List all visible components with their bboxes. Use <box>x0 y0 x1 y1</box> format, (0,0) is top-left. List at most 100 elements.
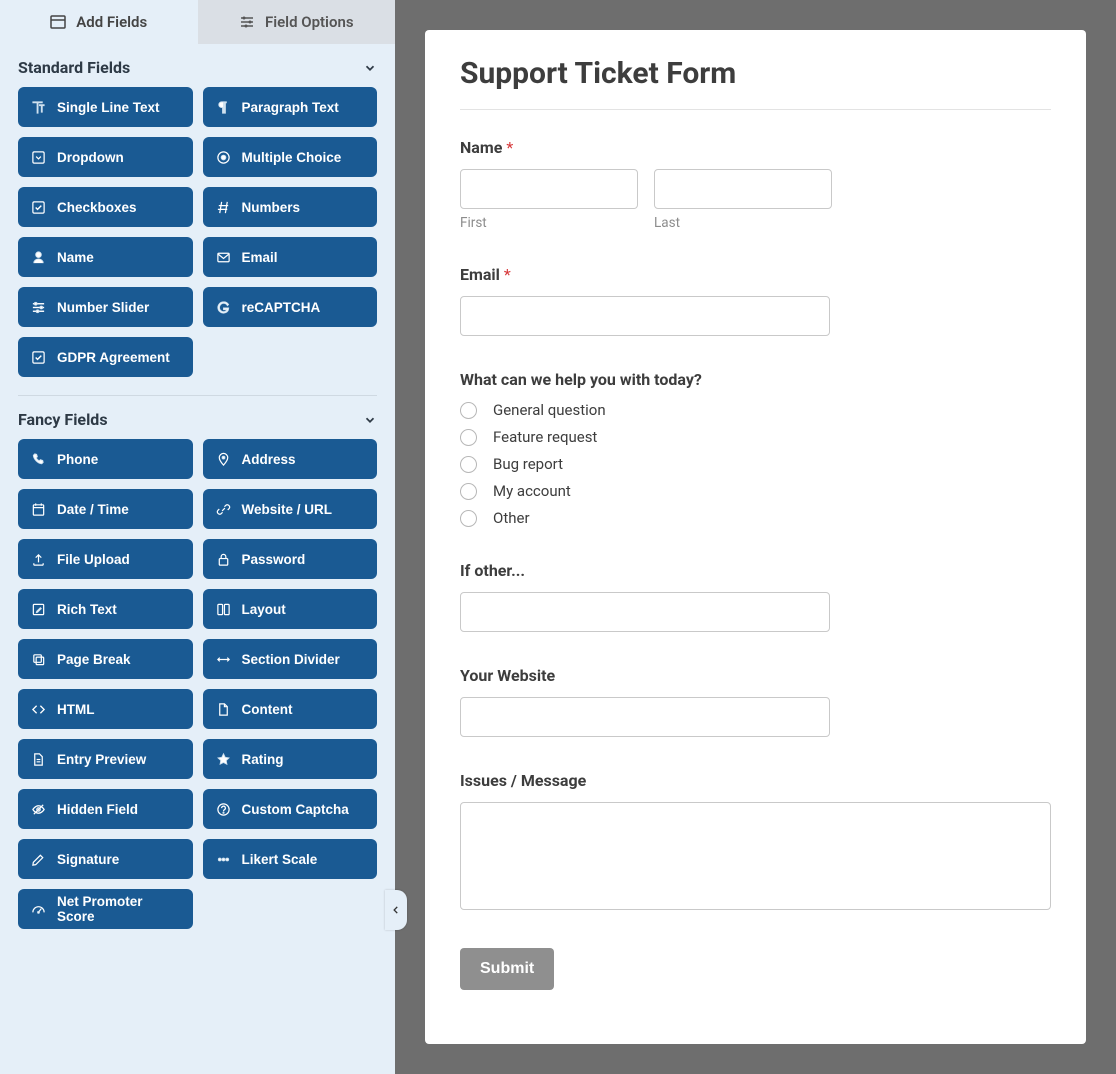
other-input[interactable] <box>460 592 830 632</box>
radio-label: Feature request <box>493 428 597 446</box>
tab-label: Field Options <box>265 13 354 31</box>
label-website: Your Website <box>460 666 1051 685</box>
tab-add-fields[interactable]: Add Fields <box>0 0 198 44</box>
field-type-password[interactable]: Password <box>203 539 378 579</box>
collapse-sidebar-button[interactable] <box>385 890 407 930</box>
field-type-email[interactable]: Email <box>203 237 378 277</box>
check-square-icon <box>31 200 46 215</box>
radio-label: Bug report <box>493 455 563 473</box>
copy-icon <box>31 652 46 667</box>
user-icon <box>31 250 46 265</box>
field-type-checkboxes[interactable]: Checkboxes <box>18 187 193 227</box>
field-type-likert-scale[interactable]: Likert Scale <box>203 839 378 879</box>
field-type-label: Paragraph Text <box>242 100 339 115</box>
message-textarea[interactable] <box>460 802 1051 910</box>
field-type-dropdown[interactable]: Dropdown <box>18 137 193 177</box>
eye-slash-icon <box>31 802 46 817</box>
form-card: Support Ticket Form Name* First Last Ema… <box>425 30 1086 1044</box>
section-fancy-fields[interactable]: Fancy Fields <box>0 396 395 439</box>
email-input[interactable] <box>460 296 830 336</box>
field-type-number-slider[interactable]: Number Slider <box>18 287 193 327</box>
file-lines-icon <box>31 752 46 767</box>
submit-button[interactable]: Submit <box>460 948 554 990</box>
columns-icon <box>216 602 231 617</box>
label-text: Email <box>460 265 500 284</box>
radio-option-general-question[interactable]: General question <box>460 401 1051 419</box>
field-email[interactable]: Email* <box>460 265 1051 336</box>
field-type-website-url[interactable]: Website / URL <box>203 489 378 529</box>
field-type-rating[interactable]: Rating <box>203 739 378 779</box>
required-mark: * <box>506 138 513 157</box>
field-type-label: Layout <box>242 602 286 617</box>
pilcrow-icon <box>216 100 231 115</box>
radio-option-feature-request[interactable]: Feature request <box>460 428 1051 446</box>
field-type-label: Number Slider <box>57 300 149 315</box>
label-other: If other... <box>460 561 1051 580</box>
field-message[interactable]: Issues / Message <box>460 771 1051 914</box>
field-type-page-break[interactable]: Page Break <box>18 639 193 679</box>
field-type-label: Content <box>242 702 293 717</box>
field-type-custom-captcha[interactable]: Custom Captcha <box>203 789 378 829</box>
field-type-section-divider[interactable]: Section Divider <box>203 639 378 679</box>
field-type-label: Name <box>57 250 94 265</box>
radio-circle-icon <box>460 402 477 419</box>
tab-field-options[interactable]: Field Options <box>198 0 396 44</box>
field-type-label: Likert Scale <box>242 852 318 867</box>
sidebar: Add Fields Field Options Standard Fields… <box>0 0 395 1074</box>
field-type-paragraph-text[interactable]: Paragraph Text <box>203 87 378 127</box>
field-type-signature[interactable]: Signature <box>18 839 193 879</box>
field-name[interactable]: Name* First Last <box>460 138 1051 231</box>
field-type-file-upload[interactable]: File Upload <box>18 539 193 579</box>
upload-icon <box>31 552 46 567</box>
field-type-label: Website / URL <box>242 502 333 517</box>
field-other[interactable]: If other... <box>460 561 1051 632</box>
radio-option-my-account[interactable]: My account <box>460 482 1051 500</box>
field-type-entry-preview[interactable]: Entry Preview <box>18 739 193 779</box>
radio-option-other[interactable]: Other <box>460 509 1051 527</box>
field-type-label: Multiple Choice <box>242 150 342 165</box>
field-type-label: Dropdown <box>57 150 124 165</box>
website-input[interactable] <box>460 697 830 737</box>
field-type-recaptcha[interactable]: reCAPTCHA <box>203 287 378 327</box>
field-type-layout[interactable]: Layout <box>203 589 378 629</box>
field-type-net-promoter-score[interactable]: Net Promoter Score <box>18 889 193 929</box>
field-type-numbers[interactable]: Numbers <box>203 187 378 227</box>
field-type-html[interactable]: HTML <box>18 689 193 729</box>
field-type-label: Entry Preview <box>57 752 146 767</box>
field-type-single-line-text[interactable]: Single Line Text <box>18 87 193 127</box>
field-type-hidden-field[interactable]: Hidden Field <box>18 789 193 829</box>
radio-label: My account <box>493 482 571 500</box>
field-type-label: Hidden Field <box>57 802 138 817</box>
field-type-rich-text[interactable]: Rich Text <box>18 589 193 629</box>
field-type-content[interactable]: Content <box>203 689 378 729</box>
field-type-phone[interactable]: Phone <box>18 439 193 479</box>
text-type-icon <box>31 100 46 115</box>
pencil-icon <box>31 852 46 867</box>
field-type-multiple-choice[interactable]: Multiple Choice <box>203 137 378 177</box>
field-type-label: Numbers <box>242 200 301 215</box>
field-type-label: Signature <box>57 852 119 867</box>
field-type-gdpr-agreement[interactable]: GDPR Agreement <box>18 337 193 377</box>
sliders-icon <box>31 300 46 315</box>
first-name-input[interactable] <box>460 169 638 209</box>
radio-option-bug-report[interactable]: Bug report <box>460 455 1051 473</box>
standard-field-grid: Single Line Text Paragraph Text Dropdown Mu… <box>0 87 395 395</box>
map-pin-icon <box>216 452 231 467</box>
field-type-label: Rich Text <box>57 602 117 617</box>
field-type-label: Section Divider <box>242 652 340 667</box>
file-icon <box>216 702 231 717</box>
field-type-label: Phone <box>57 452 98 467</box>
field-type-date-time[interactable]: Date / Time <box>18 489 193 529</box>
chevron-down-icon <box>363 413 377 427</box>
last-name-input[interactable] <box>654 169 832 209</box>
field-help-topic[interactable]: What can we help you with today? General… <box>460 370 1051 527</box>
fancy-field-grid: Phone AddressDate / Time Website / URL File… <box>0 439 395 947</box>
field-website[interactable]: Your Website <box>460 666 1051 737</box>
field-type-label: Net Promoter Score <box>57 894 180 924</box>
sidebar-tabs: Add Fields Field Options <box>0 0 395 44</box>
field-type-address[interactable]: Address <box>203 439 378 479</box>
radio-circle-icon <box>460 456 477 473</box>
section-standard-fields[interactable]: Standard Fields <box>0 44 395 87</box>
field-type-name[interactable]: Name <box>18 237 193 277</box>
radio-label: General question <box>493 401 606 419</box>
